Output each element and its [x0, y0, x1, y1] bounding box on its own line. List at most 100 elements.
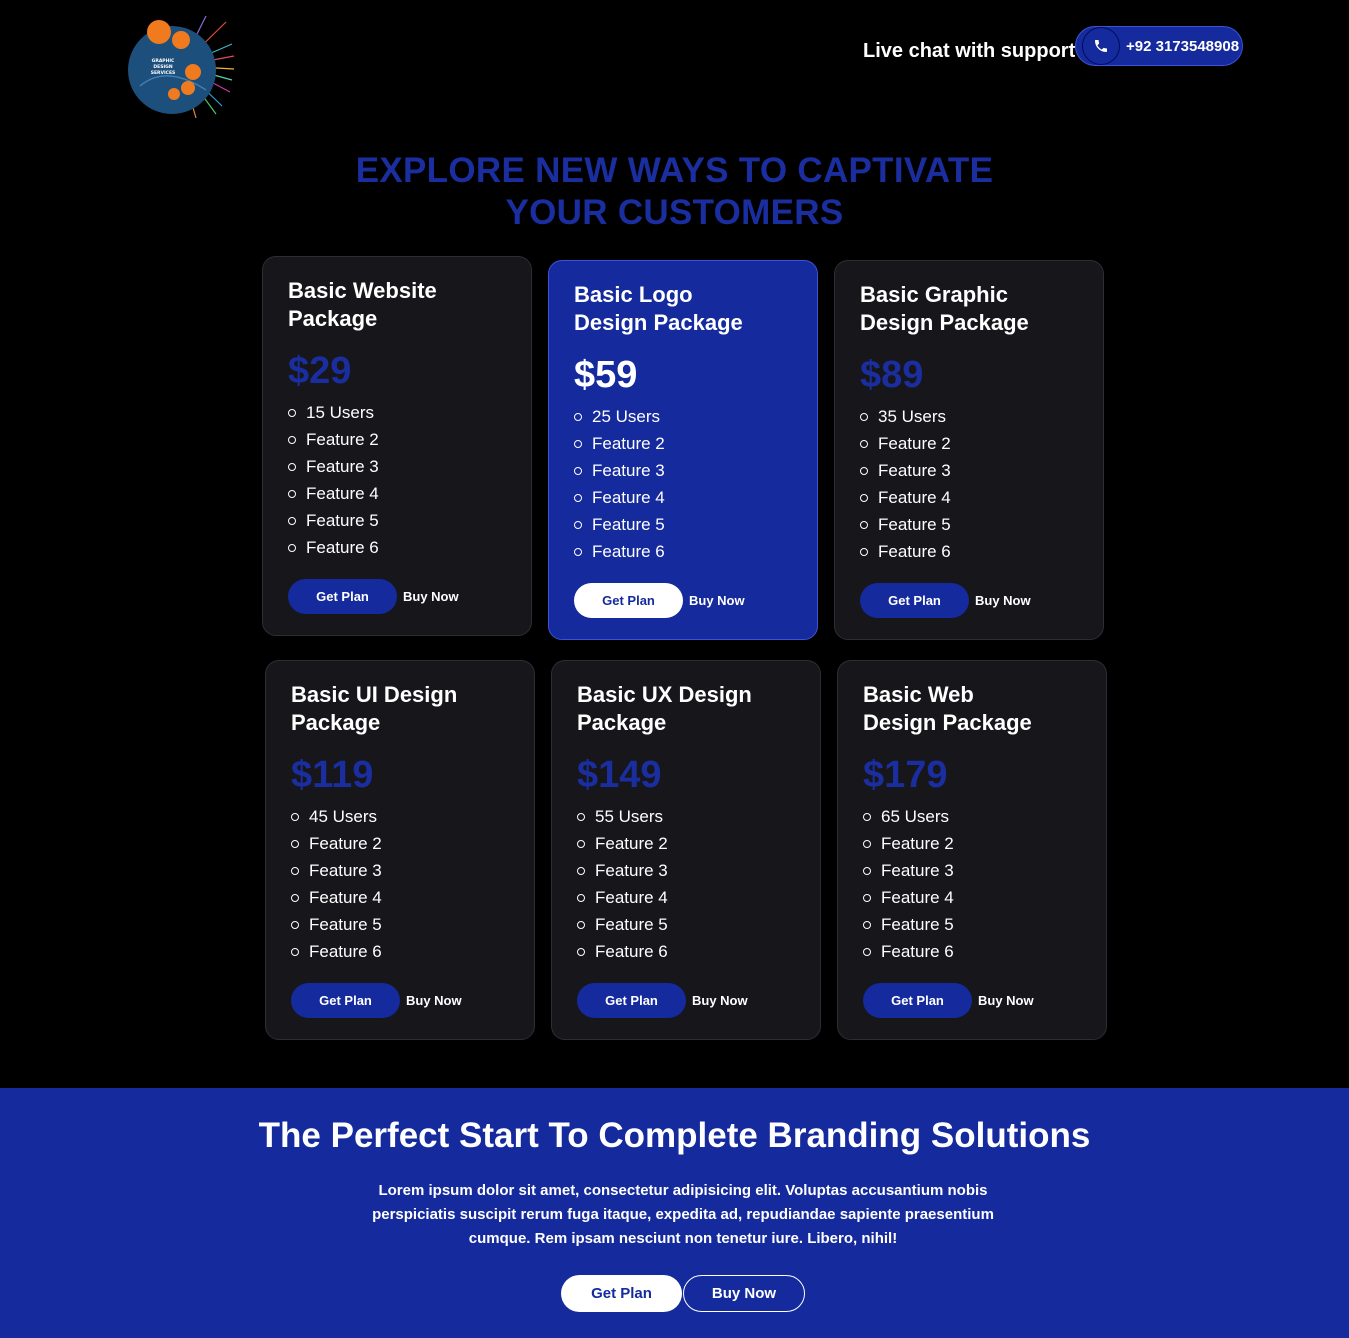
branding-cta-section: The Perfect Start To Complete Branding S…	[0, 1088, 1349, 1338]
plan-title: Basic Graphic Design Package	[860, 281, 1078, 337]
feature-item: 35 Users	[860, 403, 1078, 430]
get-plan-button[interactable]: Get Plan	[291, 983, 400, 1018]
get-plan-button[interactable]: Get Plan	[863, 983, 972, 1018]
live-chat-support-label: Live chat with support	[863, 40, 1076, 62]
svg-text:DESIGN: DESIGN	[153, 64, 172, 70]
plan-title-line2: Package	[577, 710, 667, 735]
feature-item: 45 Users	[291, 803, 509, 830]
cta-description: Lorem ipsum dolor sit amet, consectetur …	[372, 1182, 994, 1247]
feature-item: Feature 3	[577, 857, 795, 884]
plan-actions: Get Plan Buy Now	[577, 983, 795, 1018]
phone-number: +92 3173548908	[1126, 37, 1240, 55]
get-plan-button[interactable]: Get Plan	[288, 579, 397, 614]
plan-price: $179	[863, 754, 948, 796]
plan-actions: Get Plan Buy Now	[288, 579, 506, 614]
buy-now-button[interactable]: Buy Now	[978, 993, 1034, 1008]
plan-price: $89	[860, 354, 924, 396]
cta-actions: Get Plan Buy Now	[561, 1275, 805, 1312]
feature-item: 65 Users	[863, 803, 1081, 830]
feature-item: Feature 2	[860, 430, 1078, 457]
feature-list: 45 Users Feature 2 Feature 3 Feature 4 F…	[291, 803, 509, 965]
plan-title-line2: Design Package	[574, 310, 743, 335]
graphic-design-services-logo-icon[interactable]: GRAPHIC DESIGN SERVICES	[126, 14, 236, 118]
feature-list: 35 Users Feature 2 Feature 3 Feature 4 F…	[860, 403, 1078, 565]
plan-title-line2: Package	[291, 710, 381, 735]
plan-card-ux-design: Basic UX Design Package $149 55 Users Fe…	[551, 660, 821, 1040]
hero-headline: EXPLORE NEW WAYS TO CAPTIVATE YOUR CUSTO…	[0, 150, 1349, 234]
buy-now-button[interactable]: Buy Now	[689, 593, 745, 608]
plan-title-line2: Design Package	[860, 310, 1029, 335]
feature-item: Feature 3	[574, 457, 792, 484]
cta-get-plan-button[interactable]: Get Plan	[561, 1275, 682, 1312]
buy-now-button[interactable]: Buy Now	[692, 993, 748, 1008]
feature-item: Feature 6	[863, 938, 1081, 965]
buy-now-button[interactable]: Buy Now	[403, 589, 459, 604]
feature-item: Feature 2	[863, 830, 1081, 857]
get-plan-button[interactable]: Get Plan	[860, 583, 969, 618]
feature-item: Feature 3	[288, 453, 506, 480]
feature-item: Feature 3	[863, 857, 1081, 884]
plan-title: Basic Logo Design Package	[574, 281, 792, 337]
plan-title-line2: Design Package	[863, 710, 1032, 735]
buy-now-button[interactable]: Buy Now	[975, 593, 1031, 608]
feature-item: Feature 6	[577, 938, 795, 965]
feature-item: Feature 4	[291, 884, 509, 911]
feature-list: 15 Users Feature 2 Feature 3 Feature 4 F…	[288, 399, 506, 561]
plan-title: Basic Website Package	[288, 277, 506, 333]
plan-actions: Get Plan Buy Now	[860, 583, 1078, 618]
svg-text:SERVICES: SERVICES	[151, 70, 176, 76]
feature-item: Feature 5	[288, 507, 506, 534]
svg-text:GRAPHIC: GRAPHIC	[152, 58, 175, 64]
feature-item: 15 Users	[288, 399, 506, 426]
plan-price: $59	[574, 354, 638, 396]
plan-price: $119	[291, 754, 374, 796]
feature-list: 25 Users Feature 2 Feature 3 Feature 4 F…	[574, 403, 792, 565]
feature-item: Feature 5	[860, 511, 1078, 538]
cta-buy-now-button[interactable]: Buy Now	[683, 1275, 805, 1312]
feature-item: Feature 6	[860, 538, 1078, 565]
feature-item: 55 Users	[577, 803, 795, 830]
hero-headline-line2: YOUR CUSTOMERS	[505, 193, 844, 232]
feature-item: Feature 4	[577, 884, 795, 911]
feature-item: Feature 4	[863, 884, 1081, 911]
plan-price: $29	[288, 350, 352, 392]
plan-title-line1: Basic Logo	[574, 282, 693, 307]
plan-title-line1: Basic Website	[288, 278, 437, 303]
phone-contact-button[interactable]: +92 3173548908	[1075, 26, 1243, 66]
feature-list: 55 Users Feature 2 Feature 3 Feature 4 F…	[577, 803, 795, 965]
feature-item: Feature 6	[288, 534, 506, 561]
feature-item: 25 Users	[574, 403, 792, 430]
plan-title: Basic Web Design Package	[863, 681, 1081, 737]
feature-item: Feature 2	[577, 830, 795, 857]
feature-item: Feature 5	[574, 511, 792, 538]
feature-item: Feature 4	[860, 484, 1078, 511]
feature-item: Feature 6	[291, 938, 509, 965]
feature-item: Feature 6	[574, 538, 792, 565]
get-plan-button[interactable]: Get Plan	[574, 583, 683, 618]
plan-actions: Get Plan Buy Now	[863, 983, 1081, 1018]
site-header: GRAPHIC DESIGN SERVICES Live chat with s…	[0, 0, 1349, 130]
cta-title: The Perfect Start To Complete Branding S…	[258, 1116, 1091, 1155]
plan-title-line1: Basic UI Design	[291, 682, 458, 707]
feature-item: Feature 3	[860, 457, 1078, 484]
feature-item: Feature 4	[288, 480, 506, 507]
feature-item: Feature 5	[577, 911, 795, 938]
plan-title-line1: Basic UX Design	[577, 682, 752, 707]
feature-item: Feature 3	[291, 857, 509, 884]
get-plan-button[interactable]: Get Plan	[577, 983, 686, 1018]
plan-card-logo-design: Basic Logo Design Package $59 25 Users F…	[548, 260, 818, 640]
plan-actions: Get Plan Buy Now	[574, 583, 792, 618]
plan-title-line1: Basic Web	[863, 682, 974, 707]
feature-item: Feature 5	[863, 911, 1081, 938]
hero-headline-line1: EXPLORE NEW WAYS TO CAPTIVATE	[355, 151, 994, 190]
plan-title-line2: Package	[288, 306, 378, 331]
feature-list: 65 Users Feature 2 Feature 3 Feature 4 F…	[863, 803, 1081, 965]
buy-now-button[interactable]: Buy Now	[406, 993, 462, 1008]
plan-card-web-design: Basic Web Design Package $179 65 Users F…	[837, 660, 1107, 1040]
plan-title: Basic UX Design Package	[577, 681, 795, 737]
plan-actions: Get Plan Buy Now	[291, 983, 509, 1018]
plan-card-graphic-design: Basic Graphic Design Package $89 35 User…	[834, 260, 1104, 640]
feature-item: Feature 5	[291, 911, 509, 938]
plan-card-ui-design: Basic UI Design Package $119 45 Users Fe…	[265, 660, 535, 1040]
plan-title: Basic UI Design Package	[291, 681, 509, 737]
